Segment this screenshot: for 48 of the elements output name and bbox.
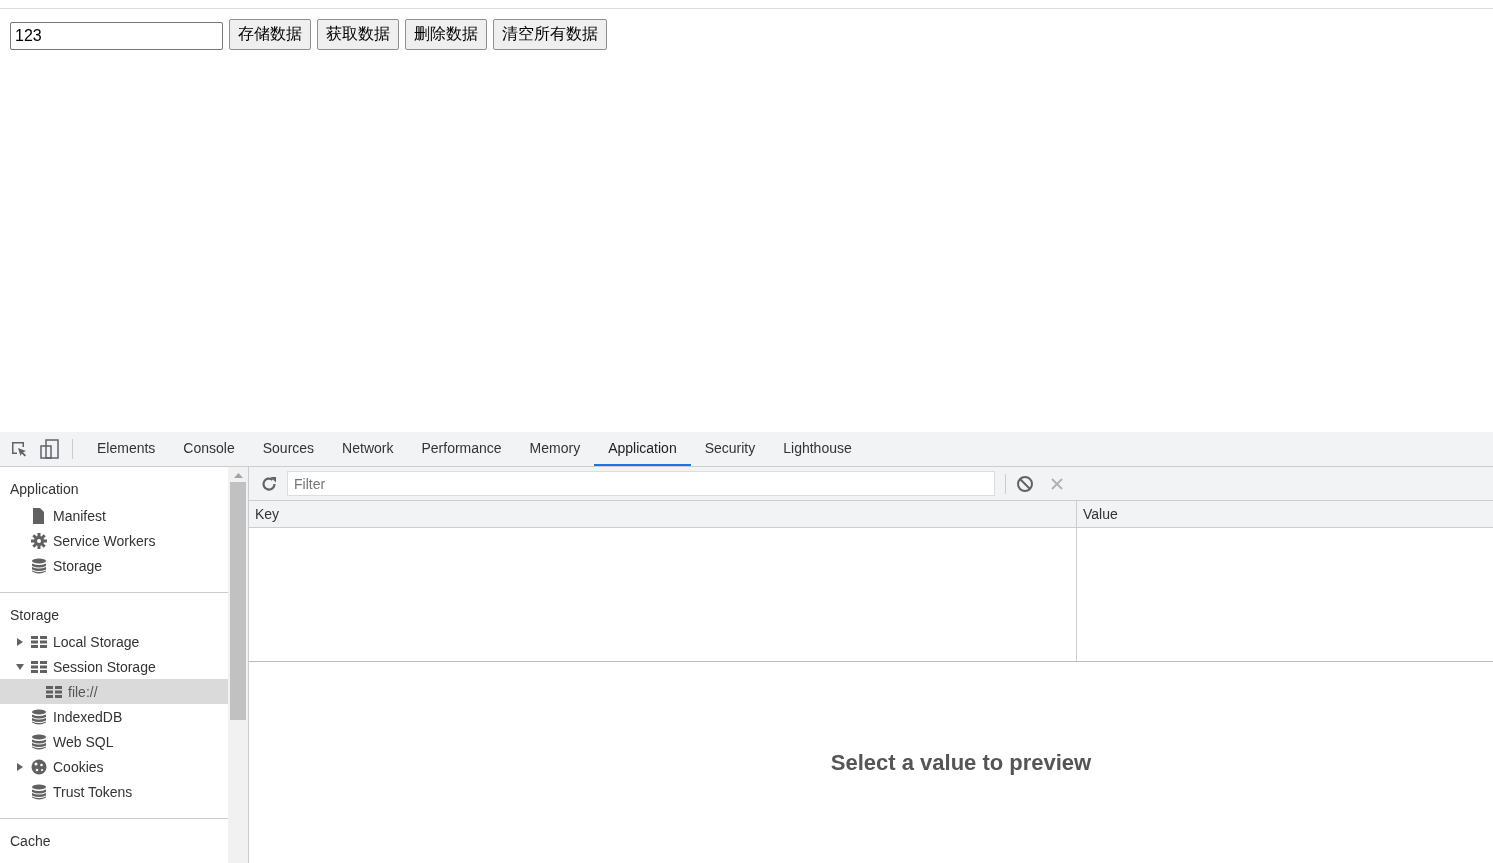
text-input[interactable]: 123 — [10, 22, 223, 50]
scrollbar-thumb[interactable] — [230, 482, 246, 720]
page-button[interactable]: 获取数据 — [317, 19, 399, 50]
database-icon — [31, 708, 47, 725]
devtools-tab[interactable]: Elements — [83, 432, 170, 466]
collapsed-arrow-icon[interactable] — [16, 637, 24, 646]
filter-field[interactable]: Filter — [287, 471, 995, 496]
page-button[interactable]: 存储数据 — [229, 19, 311, 50]
database-icon — [31, 557, 47, 574]
column-header[interactable]: Key — [249, 501, 1077, 528]
sidebar-item[interactable]: Cookies — [0, 754, 228, 779]
device-toolbar-icon[interactable] — [40, 439, 60, 459]
page-button[interactable]: 清空所有数据 — [493, 19, 607, 50]
sidebar-item[interactable]: Session Storage — [0, 654, 228, 679]
database-icon — [31, 733, 47, 750]
expanded-arrow-icon[interactable] — [16, 662, 24, 671]
sidebar-section-title[interactable]: Cache — [0, 831, 228, 851]
devtools-tab[interactable]: Sources — [248, 432, 329, 466]
devtools-tab[interactable]: Network — [328, 432, 408, 466]
devtools-tab[interactable]: Security — [690, 432, 770, 466]
table-icon — [46, 683, 62, 700]
sidebar-item[interactable]: Trust Tokens — [0, 779, 228, 804]
sidebar-item[interactable]: Local Storage — [0, 629, 228, 654]
clear-all-icon[interactable] — [1016, 474, 1034, 493]
devtools-tab[interactable]: Performance — [407, 432, 516, 466]
sidebar-item[interactable]: Service Workers — [0, 528, 228, 553]
devtools-tab[interactable]: Lighthouse — [769, 432, 866, 466]
table-icon — [31, 658, 47, 675]
sidebar-item[interactable]: IndexedDB — [0, 704, 228, 729]
sidebar-item[interactable]: Manifest — [0, 503, 228, 528]
sidebar-item[interactable]: Web SQL — [0, 729, 228, 754]
inspect-icon[interactable] — [10, 440, 28, 458]
devtools-tab[interactable]: Console — [169, 432, 249, 466]
cookie-icon — [31, 758, 47, 775]
database-icon — [31, 783, 47, 800]
preview-placeholder-text: Select a value to preview — [830, 749, 1092, 776]
collapsed-arrow-icon[interactable] — [16, 762, 24, 771]
file-icon — [31, 507, 47, 524]
sidebar-item[interactable]: Storage — [0, 553, 228, 578]
refresh-icon[interactable] — [261, 475, 277, 492]
sidebar-section-title[interactable]: Application — [0, 479, 228, 499]
gear-icon — [31, 532, 47, 549]
devtools-tab[interactable]: Memory — [515, 432, 595, 466]
sidebar-item[interactable]: file:// — [0, 679, 228, 704]
sidebar-section-title[interactable]: Storage — [0, 605, 228, 625]
table-icon — [31, 633, 47, 650]
column-header[interactable]: Value — [1077, 501, 1493, 528]
page-button[interactable]: 删除数据 — [405, 19, 487, 50]
